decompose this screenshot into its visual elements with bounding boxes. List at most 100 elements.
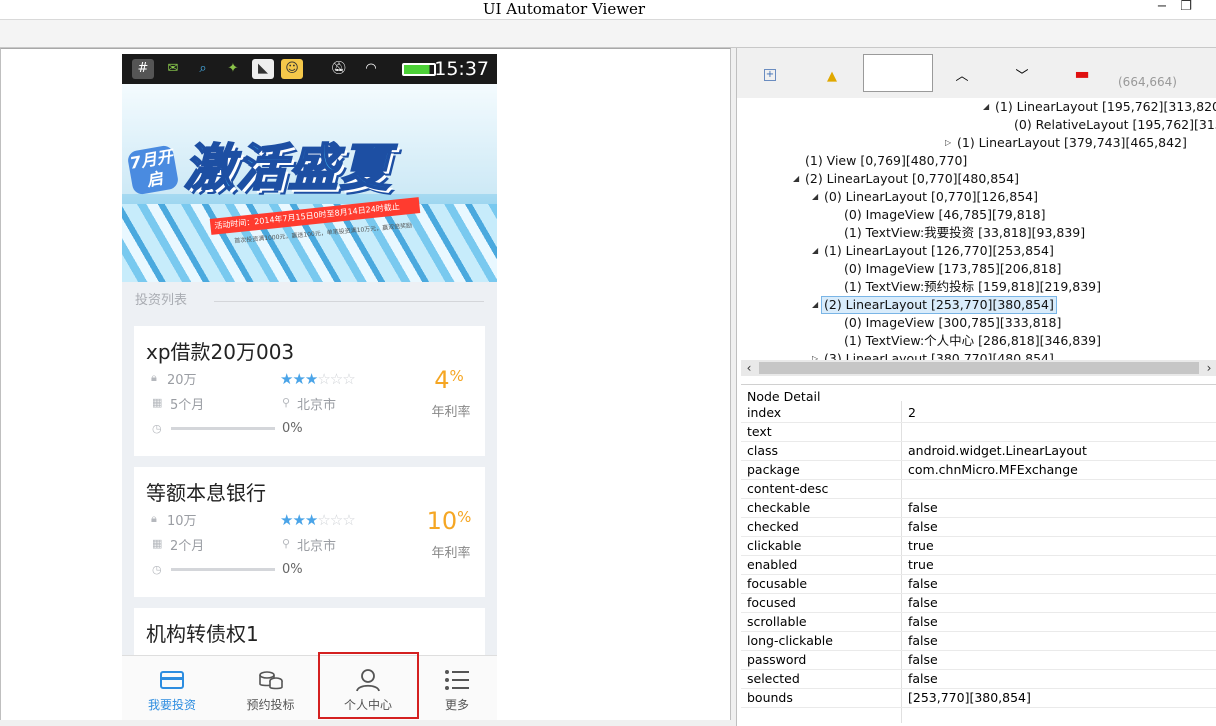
tree-node[interactable]: (0) RelativeLayout [195,762][313,79 [1014, 116, 1216, 134]
restore-button[interactable]: ❐ [1174, 0, 1198, 16]
collapsed-icon[interactable]: ▷ [945, 134, 951, 152]
detail-value: com.chnMicro.MFExchange [908, 462, 1078, 477]
title-bar: UI Automator Viewer − ❐ [0, 0, 1216, 20]
chevron-down-icon[interactable]: ﹀ [1013, 68, 1031, 86]
toolbar-input[interactable] [863, 54, 933, 92]
cat-icon: ☺ [281, 59, 303, 79]
tree-node[interactable]: (0) ImageView [300,785][333,818] [844, 314, 1061, 332]
nav-label: 预约投标 [246, 698, 295, 712]
promo-banner[interactable]: 7月开启 激活盛夏 活动时间：2014年7月15日0时至8月14日24时截止 首… [122, 84, 497, 282]
tree-node-selected[interactable]: (2) LinearLayout [253,770][380,854] [821, 296, 1057, 314]
tree-node[interactable]: (1) LinearLayout [379,743][465,842] [957, 134, 1187, 152]
detail-row[interactable]: checked false [741, 518, 1216, 537]
detail-row[interactable]: selected false [741, 670, 1216, 689]
tree-node[interactable]: (1) TextView:我要投资 [33,818][93,839] [844, 224, 1085, 242]
detail-row[interactable]: focused false [741, 594, 1216, 613]
expanded-icon[interactable]: ◢ [793, 170, 799, 188]
detail-row[interactable]: long-clickable false [741, 632, 1216, 651]
scroll-left-icon[interactable]: ‹ [741, 360, 757, 376]
detail-row[interactable]: checkable false [741, 499, 1216, 518]
list-header: 投资列表 [135, 293, 188, 308]
loan-amount: 20万 [167, 373, 197, 388]
collapsed-icon[interactable]: ▷ [812, 350, 818, 360]
detail-value: 2 [908, 405, 916, 420]
cursor-coords: (664,664) [1118, 75, 1177, 89]
tree-node[interactable]: (0) ImageView [173,785][206,818] [844, 260, 1061, 278]
detail-key: class [747, 443, 779, 458]
expand-all-icon[interactable]: + [764, 69, 776, 81]
detail-row[interactable]: password false [741, 651, 1216, 670]
tree-node[interactable]: (1) View [0,769][480,770] [805, 152, 967, 170]
loan-title: xp借款20万003 [146, 340, 295, 364]
location-icon: ⚲ [282, 396, 291, 409]
loan-amount: 10万 [167, 514, 197, 529]
loan-title: 等额本息银行 [146, 481, 266, 505]
hierarchy-tree[interactable]: ◢ (1) LinearLayout [195,762][313,820] (0… [741, 98, 1216, 360]
scrollbar-thumb[interactable] [759, 362, 1199, 374]
mute-icon: 🔕︎ [330, 61, 348, 76]
minimize-button[interactable]: − [1150, 0, 1174, 16]
expanded-icon[interactable]: ◢ [812, 296, 818, 314]
detail-row[interactable]: enabled true [741, 556, 1216, 575]
window-title: UI Automator Viewer [482, 0, 646, 18]
loan-card[interactable]: 等额本息银行 🔒︎ 10万 ★★★☆☆☆ ▦ 2个月 ⚲ 北京市 ◷ 0% 10… [134, 467, 485, 597]
detail-row[interactable]: clickable true [741, 537, 1216, 556]
detail-row[interactable]: scrollable false [741, 613, 1216, 632]
expanded-icon[interactable]: ◢ [812, 242, 818, 260]
horizontal-scrollbar[interactable]: ‹ › [741, 360, 1216, 376]
expanded-icon[interactable]: ◢ [812, 188, 818, 206]
node-detail-panel: Node Detail index 2 text class android.wid… [741, 384, 1216, 726]
wifi-icon: ◠ [365, 61, 377, 76]
tree-node[interactable]: (0) LinearLayout [0,770][126,854] [824, 188, 1038, 206]
clock-icon: ◷ [152, 563, 162, 576]
main-toolbar [0, 20, 1216, 48]
detail-row[interactable]: content-desc [741, 480, 1216, 499]
nav-reserve[interactable]: 预约投标 [222, 656, 319, 720]
tree-node[interactable]: (2) LinearLayout [0,770][480,854] [805, 170, 1019, 188]
rating-stars: ★★★☆☆☆ [280, 511, 356, 529]
tree-node[interactable]: (3) LinearLayout [380,770][480,854] [824, 350, 1054, 360]
tree-node[interactable]: (1) LinearLayout [126,770][253,854] [824, 242, 1054, 260]
detail-row[interactable]: focusable false [741, 575, 1216, 594]
scroll-right-icon[interactable]: › [1201, 360, 1216, 376]
detail-key: password [747, 652, 807, 667]
tree-node[interactable]: (0) ImageView [46,785][79,818] [844, 206, 1045, 224]
expanded-icon[interactable]: ◢ [983, 98, 989, 116]
detail-key: long-clickable [747, 633, 833, 648]
detail-value: false [908, 519, 938, 534]
chevron-up-icon[interactable]: ︿ [953, 68, 971, 86]
loan-card[interactable]: xp借款20万003 🔒︎ 20万 ★★★☆☆☆ ▦ 5个月 ⚲ 北京市 ◷ 0… [134, 326, 485, 456]
banner-title: 激活盛夏 [183, 138, 392, 198]
nav-more[interactable]: 更多 [417, 656, 497, 720]
app-icon: ◣ [252, 59, 274, 79]
nav-invest[interactable]: 我要投资 [122, 656, 222, 720]
detail-row[interactable]: bounds [253,770][380,854] [741, 689, 1216, 708]
detail-value: android.widget.LinearLayout [908, 443, 1087, 458]
detail-row[interactable]: package com.chnMicro.MFExchange [741, 461, 1216, 480]
tree-node[interactable]: (1) TextView:个人中心 [286,818][346,839] [844, 332, 1101, 350]
detail-key: enabled [747, 557, 798, 572]
tree-node[interactable]: (1) TextView:预约投标 [159,818][219,839] [844, 278, 1101, 296]
rate-label: 年利率 [431, 546, 471, 561]
tree-node[interactable]: (1) LinearLayout [195,762][313,820] [995, 98, 1216, 116]
detail-row[interactable]: text [741, 423, 1216, 442]
minus-icon[interactable]: ▬ [1073, 66, 1091, 86]
warning-icon[interactable]: ▲ [823, 68, 841, 86]
node-detail-title: Node Detail [747, 389, 821, 404]
screenshot-pane[interactable]: # ✉ ⌕ ✦ ◣ ☺ 🔕︎ ◠ 15:37 7月开启 激活盛夏 活动时间：20… [0, 48, 731, 724]
detail-value: false [908, 595, 938, 610]
inspector-pane: + ▲ ︿ ﹀ ▬ (664,664) ◢ (1) LinearLayout [… [736, 48, 1216, 726]
device-screenshot[interactable]: # ✉ ⌕ ✦ ◣ ☺ 🔕︎ ◠ 15:37 7月开启 激活盛夏 活动时间：20… [122, 54, 497, 720]
app-window: UI Automator Viewer − ❐ # ✉ ⌕ ✦ ◣ ☺ 🔕︎ ◠… [0, 0, 1216, 726]
detail-row[interactable]: index 2 [741, 404, 1216, 423]
detail-value: true [908, 538, 934, 553]
detail-key: bounds [747, 690, 793, 705]
lock-icon: 🔒︎ [151, 371, 157, 384]
search-icon: ⌕ [199, 61, 207, 76]
detail-key: focusable [747, 576, 808, 591]
calendar-icon: ▦ [152, 396, 163, 409]
detail-row[interactable]: class android.widget.LinearLayout [741, 442, 1216, 461]
detail-key: content-desc [747, 481, 829, 496]
location-icon: ⚲ [282, 537, 291, 550]
detail-key: checkable [747, 500, 811, 515]
